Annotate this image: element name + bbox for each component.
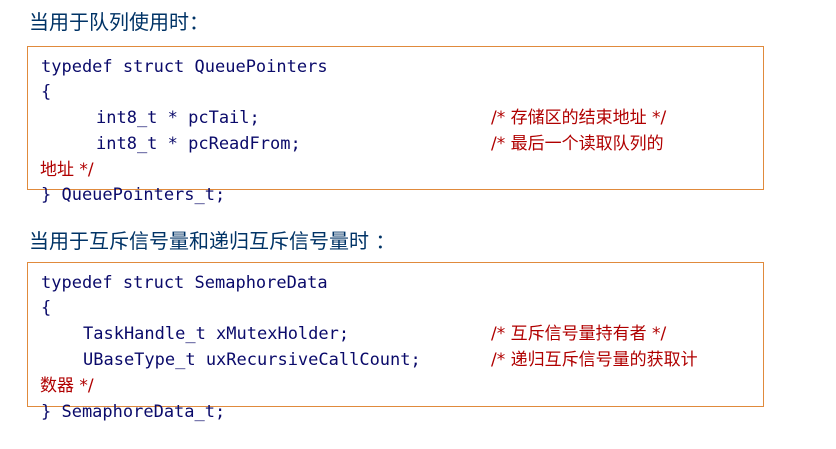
code-typedef-line: typedef struct QueuePointers <box>41 57 328 77</box>
section-heading-queue: 当用于队列使用时： <box>29 10 209 34</box>
code-close-typedef: } SemaphoreData_t; <box>41 402 226 422</box>
code-comment-pctail: /* 存储区的结束地址 */ <box>491 108 667 128</box>
code-open-brace: { <box>41 82 52 102</box>
code-typedef-line: typedef struct SemaphoreData <box>41 273 328 293</box>
code-field-pcreadfrom: int8_t * pcReadFrom; <box>96 134 301 154</box>
code-comment-uxrecursivecallcount-cont: 数器 */ <box>40 376 94 396</box>
code-field-pctail: int8_t * pcTail; <box>96 108 260 128</box>
code-comment-uxrecursivecallcount: /* 递归互斥信号量的获取计 <box>491 350 698 370</box>
code-comment-pcreadfrom: /* 最后一个读取队列的 <box>491 134 664 154</box>
code-open-brace: { <box>41 298 52 318</box>
code-close-typedef: } QueuePointers_t; <box>41 185 226 205</box>
code-comment-xmutexholder: /* 互斥信号量持有者 */ <box>491 324 667 344</box>
code-field-uxrecursivecallcount: UBaseType_t uxRecursiveCallCount; <box>83 350 421 370</box>
code-comment-pcreadfrom-cont: 地址 */ <box>40 160 94 180</box>
section-heading-semaphore: 当用于互斥信号量和递归互斥信号量时 ： <box>29 229 396 253</box>
code-field-xmutexholder: TaskHandle_t xMutexHolder; <box>83 324 350 344</box>
